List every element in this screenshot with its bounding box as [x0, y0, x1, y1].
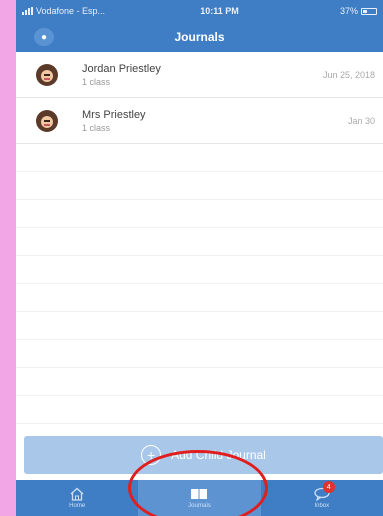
tab-home[interactable]: Home — [16, 480, 138, 516]
tab-bar: Home Journals 4 Inbox — [16, 480, 383, 516]
carrier-label: Vodafone - Esp... — [36, 6, 106, 16]
profile-icon: ● — [40, 31, 48, 43]
status-bar: Vodafone - Esp... 10:11 PM 37% — [16, 0, 383, 22]
journal-name: Jordan Priestley — [82, 62, 161, 75]
nav-bar: ● Journals — [16, 22, 383, 52]
profile-button[interactable]: ● — [34, 28, 54, 46]
empty-row — [16, 144, 383, 172]
avatar — [36, 63, 58, 86]
empty-row — [16, 256, 383, 284]
signal-icon — [22, 7, 33, 15]
tab-label: Journals — [188, 503, 211, 509]
journal-name: Mrs Priestley — [82, 108, 146, 121]
empty-row — [16, 200, 383, 228]
journal-date: Jun 25, 2018 — [322, 69, 375, 80]
plus-circle-icon: + — [141, 445, 162, 465]
home-icon — [70, 487, 84, 501]
tab-label: Inbox — [314, 503, 330, 509]
journal-row[interactable]: Mrs Priestley 1 class Jan 30 — [16, 98, 383, 144]
add-journal-button[interactable]: + Add Child Journal — [24, 436, 383, 474]
journal-subtitle: 1 class — [82, 122, 111, 133]
empty-row — [16, 396, 383, 424]
journal-icon — [191, 489, 208, 499]
empty-row — [16, 340, 383, 368]
tab-inbox[interactable]: 4 Inbox — [261, 480, 383, 516]
battery-icon — [361, 7, 377, 15]
status-time: 10:11 PM — [200, 6, 239, 16]
empty-row — [16, 312, 383, 340]
journal-date: Jan 30 — [347, 115, 375, 126]
page-title: Journals — [174, 30, 225, 44]
notification-badge: 4 — [322, 481, 335, 493]
journal-row[interactable]: Jordan Priestley 1 class Jun 25, 2018 — [16, 52, 383, 98]
battery-percent: 37% — [339, 6, 358, 16]
empty-row — [16, 172, 383, 200]
phone-screen: Vodafone - Esp... 10:11 PM 37% ● Journal… — [16, 0, 383, 516]
empty-row — [16, 368, 383, 396]
journal-list: Jordan Priestley 1 class Jun 25, 2018 Mr… — [16, 52, 383, 432]
empty-row — [16, 284, 383, 312]
empty-row — [16, 228, 383, 256]
journal-subtitle: 1 class — [82, 76, 111, 87]
add-journal-label: Add Child Journal — [171, 448, 266, 462]
avatar — [36, 109, 58, 132]
tab-label: Home — [69, 503, 86, 509]
tab-journals[interactable]: Journals — [138, 480, 261, 516]
